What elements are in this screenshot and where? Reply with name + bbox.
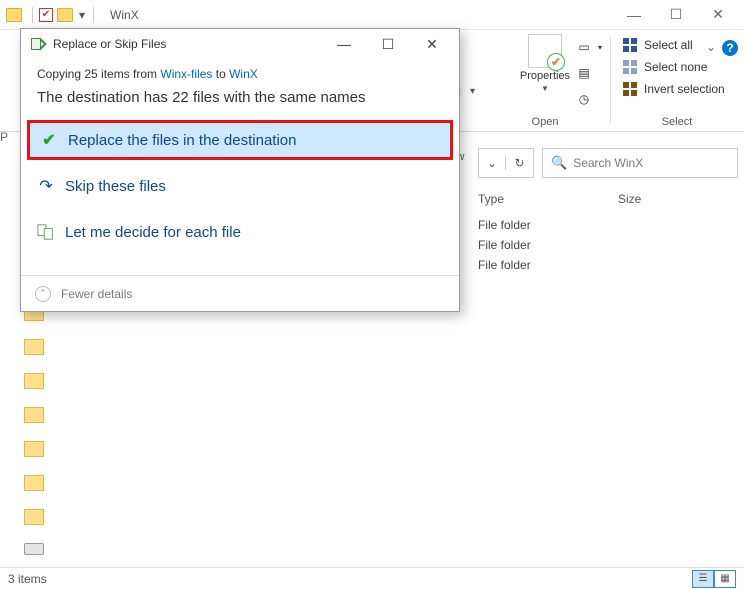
select-all-label: Select all	[644, 38, 693, 52]
option-decide[interactable]: Let me decide for each file	[27, 212, 453, 252]
view-details-button[interactable]: ☰	[692, 570, 714, 588]
dialog-minimize-button[interactable]: —	[327, 33, 361, 55]
chevron-up-icon[interactable]: ⌃	[35, 286, 51, 302]
folder-icon	[57, 8, 73, 22]
invert-selection-icon	[622, 81, 638, 97]
status-bar: 3 items ☰ ▦	[0, 567, 744, 589]
truncated-label: P	[0, 130, 8, 144]
history-icon: ◷	[576, 91, 592, 107]
column-headers[interactable]: Type Size	[478, 192, 724, 206]
file-list: File folder File folder File folder	[478, 218, 531, 272]
checkmark-icon: ✔	[40, 131, 58, 149]
maximize-button[interactable]: ☐	[656, 4, 696, 26]
select-all-icon	[622, 37, 638, 53]
option-skip-label: Skip these files	[65, 178, 166, 195]
edit-small-button[interactable]: ▤	[576, 62, 602, 84]
folder-icon[interactable]	[24, 441, 44, 457]
compare-files-icon	[37, 223, 55, 241]
option-skip[interactable]: ↷ Skip these files	[27, 166, 453, 206]
open-small-button[interactable]: ▭▾	[576, 36, 602, 58]
address-bar-tail[interactable]: ⌄ ↻	[478, 148, 534, 178]
separator	[93, 7, 94, 23]
conflict-headline: The destination has 22 files with the sa…	[37, 89, 443, 106]
select-none-label: Select none	[644, 60, 707, 74]
folder-icon	[6, 8, 22, 22]
address-dropdown[interactable]: ⌄	[479, 156, 505, 170]
folder-icon[interactable]	[24, 373, 44, 389]
disk-icon[interactable]	[24, 543, 44, 555]
source-link[interactable]: Winx-files	[160, 67, 212, 81]
folder-icon[interactable]	[24, 407, 44, 423]
copy-conflict-icon	[31, 38, 45, 50]
copy-progress-line: Copying 25 items from Winx-files to WinX	[37, 67, 443, 81]
search-placeholder: Search WinX	[573, 156, 643, 170]
nav-tree-fragment	[24, 305, 56, 555]
dialog-maximize-button[interactable]: ☐	[371, 33, 405, 55]
ribbon-group-open: ✔ Properties ▼ ▭▾ ▤ ◷ Open	[480, 30, 610, 130]
destination-link[interactable]: WinX	[229, 67, 258, 81]
invert-selection-button[interactable]: Invert selection	[622, 78, 725, 100]
file-row-type[interactable]: File folder	[478, 258, 531, 272]
properties-label: Properties	[520, 70, 570, 82]
properties-button[interactable]: ✔ Properties ▼	[520, 34, 570, 93]
select-none-icon	[622, 59, 638, 75]
explorer-title-bar: ✔ ▾ WinX — ☐ ✕	[0, 0, 744, 30]
separator	[32, 7, 33, 23]
file-row-type[interactable]: File folder	[478, 238, 531, 252]
folder-icon[interactable]	[24, 475, 44, 491]
search-input[interactable]: 🔍 Search WinX	[542, 148, 738, 178]
ribbon-group-select: Select all Select none Invert selection …	[610, 30, 744, 130]
option-replace-label: Replace the files in the destination	[68, 132, 296, 149]
history-small-button[interactable]: ◷	[576, 88, 602, 110]
open-icon: ▭	[576, 39, 592, 55]
refresh-button[interactable]: ↻	[505, 156, 533, 170]
search-icon: 🔍	[551, 155, 567, 171]
close-button[interactable]: ✕	[698, 4, 738, 26]
ribbon-group-caption: Open	[480, 116, 610, 128]
dialog-title-bar[interactable]: Replace or Skip Files — ☐ ✕	[21, 29, 459, 59]
column-size[interactable]: Size	[618, 192, 698, 206]
status-item-count: 3 items	[8, 572, 47, 586]
dialog-close-button[interactable]: ✕	[415, 33, 449, 55]
dialog-title: Replace or Skip Files	[53, 37, 166, 51]
folder-icon[interactable]	[24, 509, 44, 525]
fewer-details-link[interactable]: Fewer details	[61, 287, 132, 301]
file-row-type[interactable]: File folder	[478, 218, 531, 232]
select-none-button[interactable]: Select none	[622, 56, 707, 78]
replace-or-skip-dialog: Replace or Skip Files — ☐ ✕ Copying 25 i…	[20, 28, 460, 312]
column-type[interactable]: Type	[478, 192, 618, 206]
invert-selection-label: Invert selection	[644, 82, 725, 96]
edit-icon: ▤	[576, 65, 592, 81]
dialog-footer: ⌃ Fewer details	[21, 275, 459, 311]
qat-dropdown[interactable]: ▾	[79, 8, 85, 22]
folder-icon[interactable]	[24, 339, 44, 355]
option-decide-label: Let me decide for each file	[65, 224, 241, 241]
minimize-button[interactable]: —	[614, 4, 654, 26]
window-title: WinX	[110, 8, 139, 22]
option-replace[interactable]: ✔ Replace the files in the destination	[27, 120, 453, 160]
skip-icon: ↷	[37, 177, 55, 195]
select-all-button[interactable]: Select all	[622, 34, 693, 56]
ribbon-group-caption: Select	[610, 116, 744, 128]
qat-properties-icon[interactable]: ✔	[39, 8, 53, 22]
view-large-icons-button[interactable]: ▦	[714, 570, 736, 588]
properties-icon: ✔	[528, 34, 562, 68]
